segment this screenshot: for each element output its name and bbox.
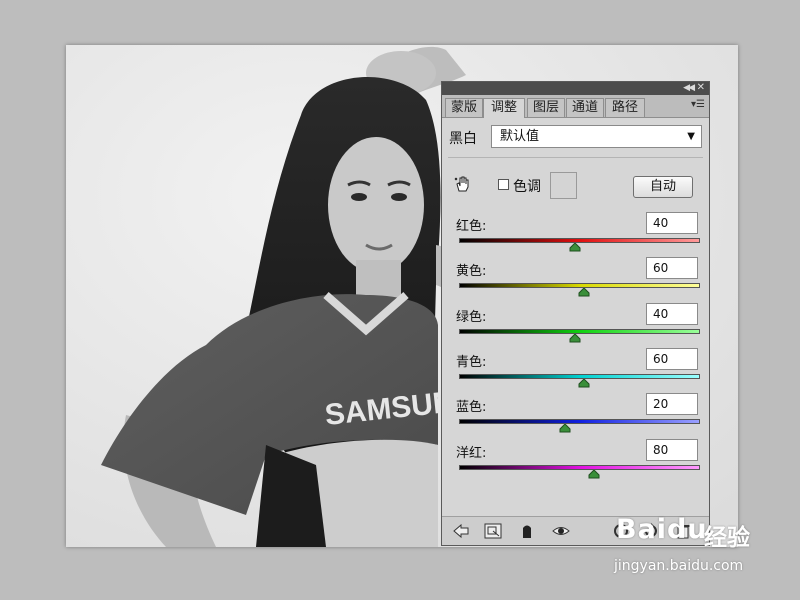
slider-thumb[interactable] bbox=[578, 378, 590, 388]
preset-label: 黑白 bbox=[449, 131, 477, 147]
slider-value-input[interactable]: 40 bbox=[646, 302, 698, 325]
slider-thumb[interactable] bbox=[559, 424, 571, 433]
expanded-view-icon[interactable] bbox=[484, 523, 502, 539]
preset-value: 默认值 bbox=[500, 129, 540, 144]
slider-label: 红色: bbox=[456, 219, 487, 234]
slider-thumb[interactable] bbox=[578, 288, 590, 297]
tint-label: 色调 bbox=[513, 179, 541, 195]
slider-value-input[interactable]: 80 bbox=[646, 438, 698, 461]
clip-to-layer-icon[interactable] bbox=[518, 523, 536, 539]
baidu-jingyan-watermark: Baidu 经验 jingyan.baidu.com bbox=[596, 512, 776, 582]
tab-masks[interactable]: 蒙版 bbox=[445, 98, 483, 117]
slider-thumb[interactable] bbox=[569, 243, 581, 252]
panel-menu-icon[interactable]: ▾☰ bbox=[691, 99, 705, 110]
slider-thumb[interactable] bbox=[588, 469, 600, 479]
slider-value-input[interactable]: 60 bbox=[646, 257, 698, 280]
slider-track[interactable] bbox=[459, 419, 700, 425]
collapse-icon[interactable]: ◀◀ bbox=[683, 83, 695, 94]
tint-checkbox[interactable] bbox=[498, 179, 509, 190]
slider-thumb[interactable] bbox=[569, 333, 581, 343]
auto-button[interactable]: 自动 bbox=[633, 176, 693, 198]
slider-row: 绿色: 40 bbox=[442, 302, 711, 351]
tab-channels[interactable]: 通道 bbox=[566, 98, 604, 117]
slider-track[interactable] bbox=[459, 464, 700, 470]
tint-color-swatch[interactable] bbox=[550, 172, 577, 199]
tab-adjustments[interactable]: 调整 bbox=[483, 98, 525, 118]
tab-paths[interactable]: 路径 bbox=[605, 98, 645, 117]
watermark-cn: 经验 bbox=[704, 525, 750, 551]
slider-row: 红色: 40 bbox=[442, 212, 711, 260]
back-arrow-icon[interactable] bbox=[452, 523, 470, 539]
slider-label: 绿色: bbox=[456, 309, 487, 325]
slider-value-input[interactable]: 40 bbox=[646, 212, 698, 234]
panel-titlebar[interactable]: ◀◀ ✕ bbox=[442, 82, 709, 95]
targeted-adjustment-hand-icon[interactable] bbox=[454, 175, 472, 193]
divider bbox=[448, 157, 703, 158]
slider-row: 黄色: 60 bbox=[442, 257, 711, 305]
tab-layers[interactable]: 图层 bbox=[527, 98, 565, 117]
adjustments-panel: ◀◀ ✕ 蒙版 调整 图层 通道 路径 ▾☰ 黑白 默认值 ▼ 色调 自动 红色… bbox=[441, 81, 710, 546]
watermark-brand: Baidu bbox=[616, 514, 708, 545]
slider-row: 蓝色: 20 bbox=[442, 393, 711, 441]
watermark-url: jingyan.baidu.com bbox=[614, 558, 744, 574]
close-icon[interactable]: ✕ bbox=[697, 82, 705, 94]
slider-label: 蓝色: bbox=[456, 400, 487, 416]
chevron-down-icon: ▼ bbox=[687, 131, 695, 142]
slider-label: 青色: bbox=[456, 354, 487, 370]
slider-label: 洋红: bbox=[456, 445, 487, 461]
eye-icon[interactable] bbox=[552, 523, 570, 539]
panel-tabbar: 蒙版 调整 图层 通道 路径 ▾☰ bbox=[442, 95, 709, 118]
slider-row: 青色: 60 bbox=[442, 347, 711, 396]
slider-value-input[interactable]: 20 bbox=[646, 393, 698, 416]
preset-dropdown[interactable]: 默认值 ▼ bbox=[491, 125, 702, 148]
slider-value-input[interactable]: 60 bbox=[646, 347, 698, 370]
slider-row: 洋红: 80 bbox=[442, 438, 711, 487]
slider-label: 黄色: bbox=[456, 264, 487, 280]
